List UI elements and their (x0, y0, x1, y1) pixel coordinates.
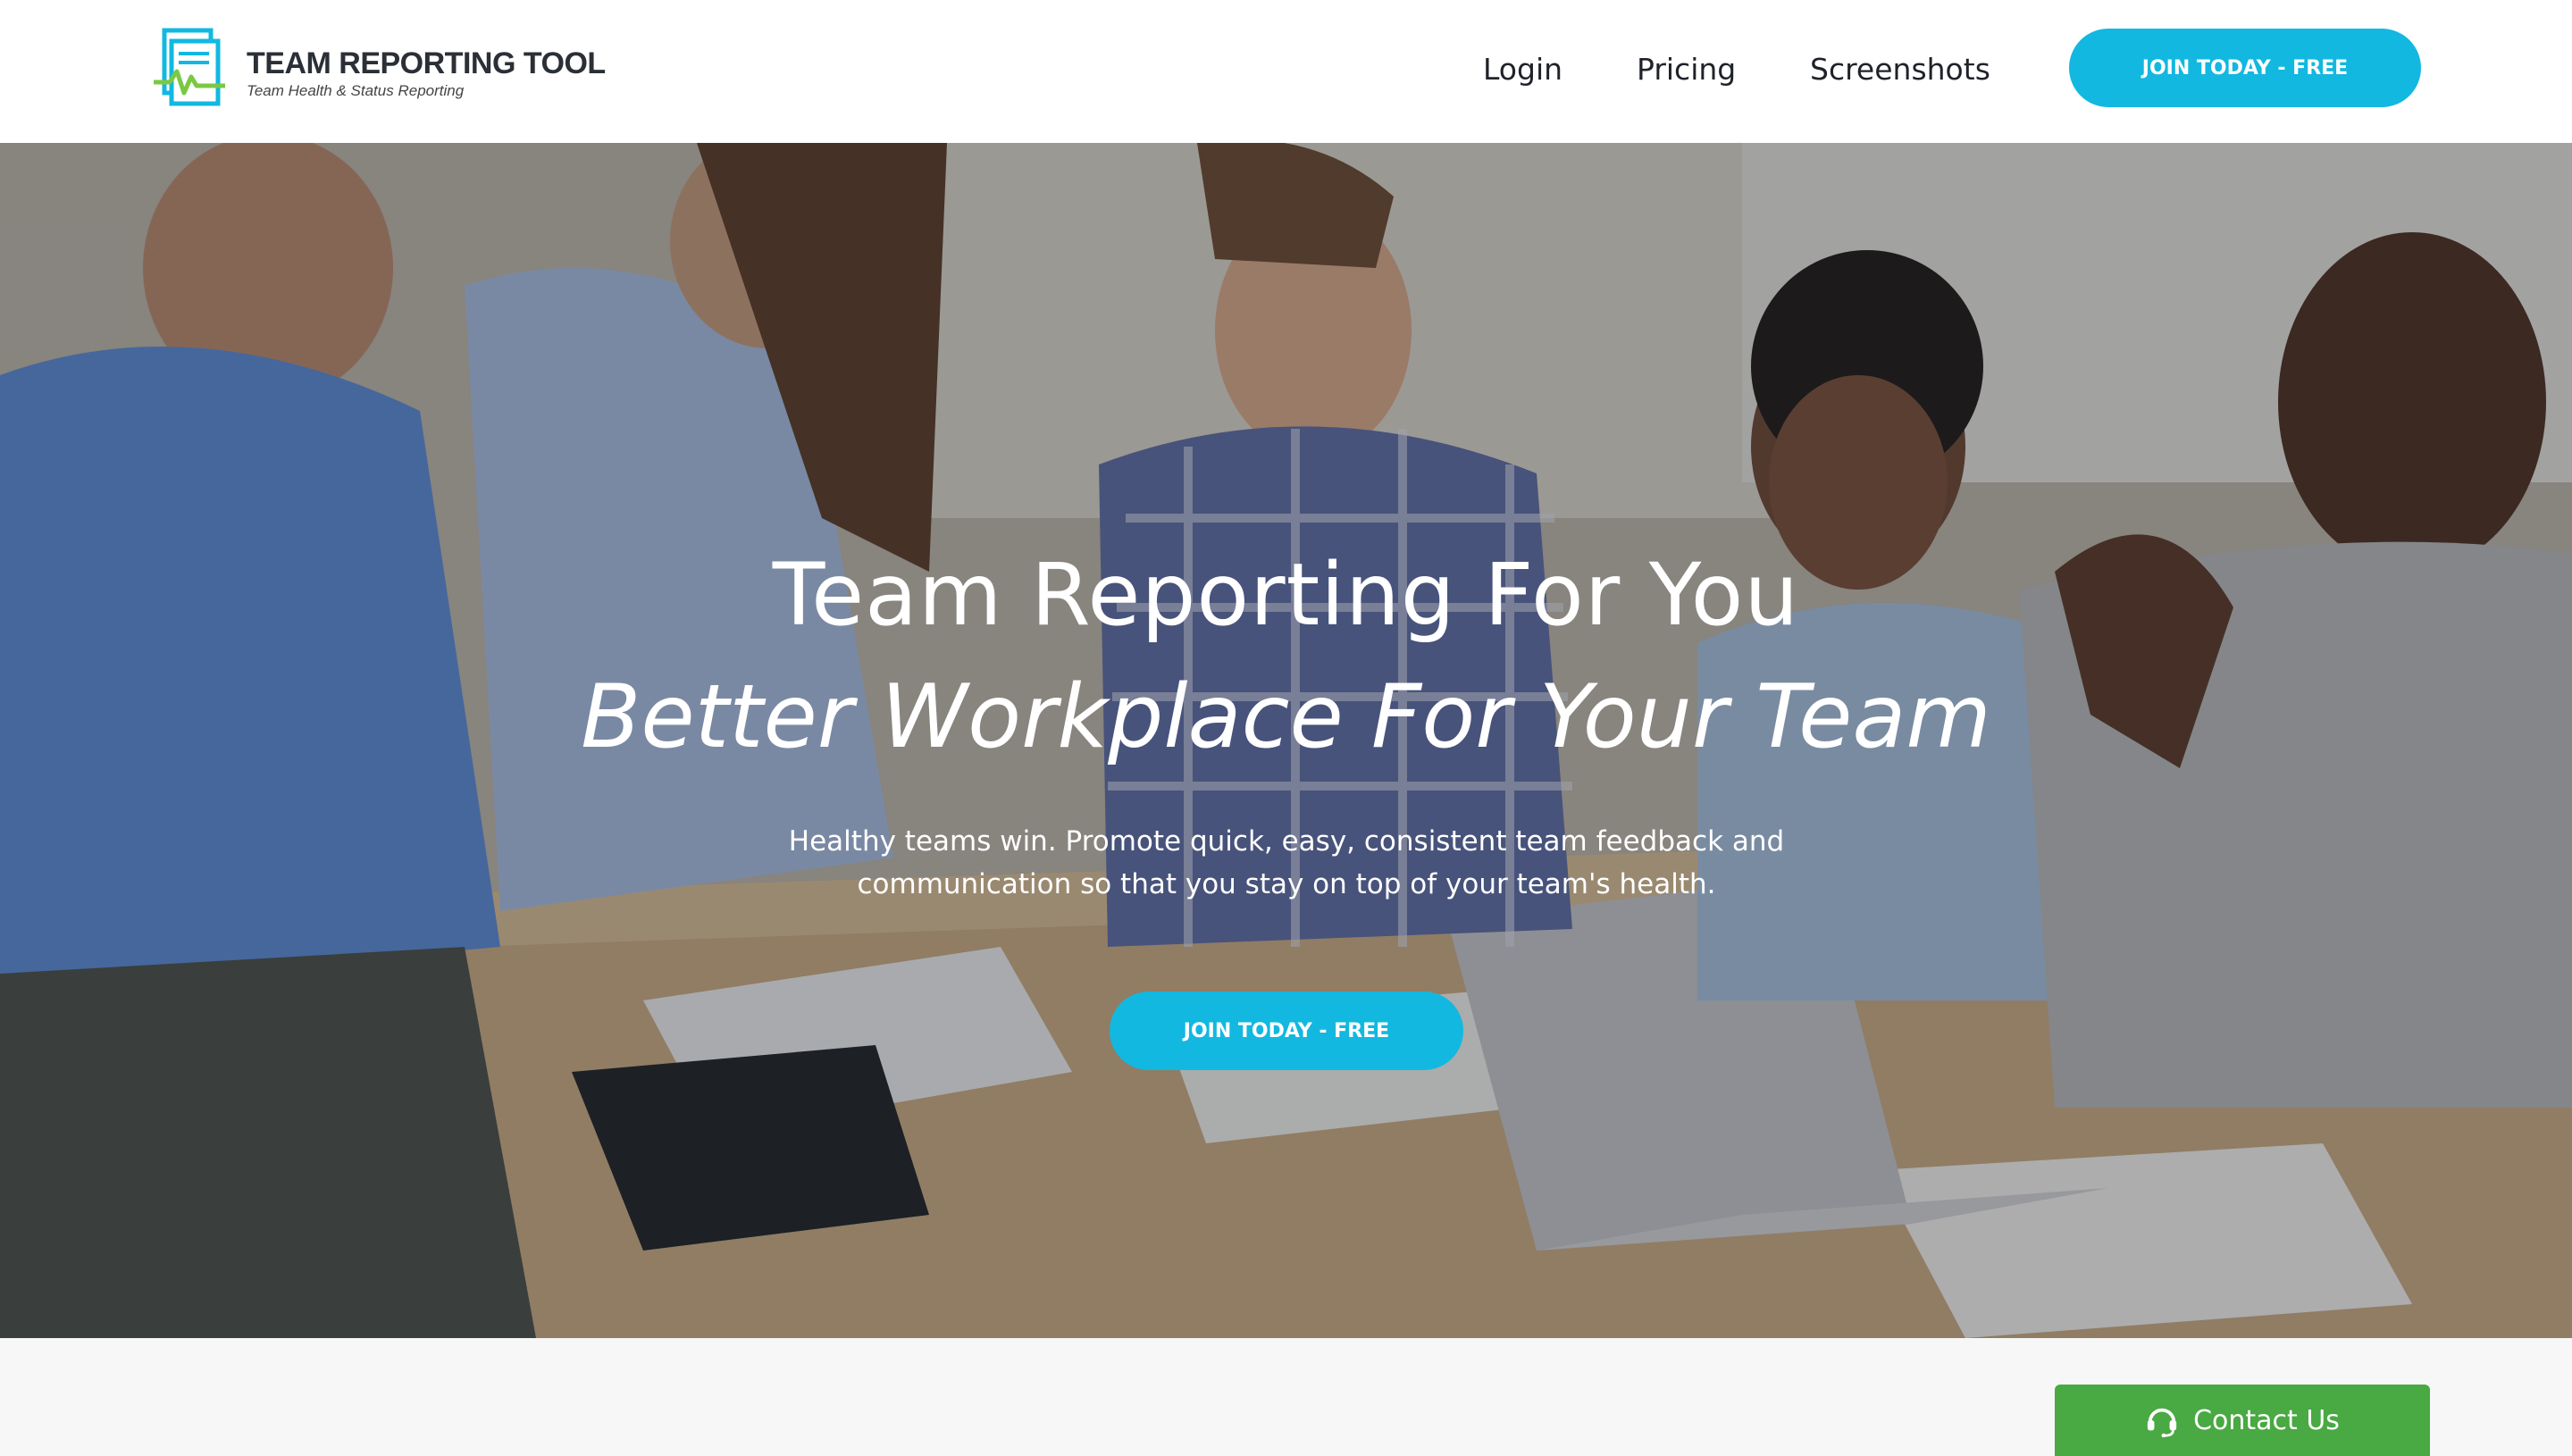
contact-us-button[interactable]: Contact Us (2055, 1385, 2430, 1456)
report-pulse-icon (154, 28, 225, 106)
hero-content: Team Reporting For You Better Workplace … (0, 143, 2572, 1338)
brand-name: TEAM REPORTING TOOL (247, 46, 606, 80)
nav-screenshots-link[interactable]: Screenshots (1810, 52, 1990, 87)
site-header: TEAM REPORTING TOOL Team Health & Status… (0, 0, 2572, 143)
hero-join-button[interactable]: JOIN TODAY - FREE (1110, 992, 1463, 1070)
brand-tagline: Team Health & Status Reporting (247, 82, 465, 99)
nav-login-link[interactable]: Login (1483, 52, 1562, 87)
nav-pricing-link[interactable]: Pricing (1637, 52, 1736, 87)
header-join-button[interactable]: JOIN TODAY - FREE (2069, 29, 2421, 107)
hero-title: Team Reporting For You (772, 545, 1800, 645)
contact-us-label: Contact Us (2193, 1404, 2340, 1436)
hero-description: Healthy teams win. Promote quick, easy, … (788, 825, 1785, 900)
headset-icon (2147, 1408, 2177, 1437)
hero-section: Team Reporting For You Better Workplace … (0, 143, 2572, 1338)
hero-subtitle: Better Workplace For Your Team (581, 666, 1991, 768)
brand-logo[interactable]: TEAM REPORTING TOOL Team Health & Status… (152, 27, 606, 116)
